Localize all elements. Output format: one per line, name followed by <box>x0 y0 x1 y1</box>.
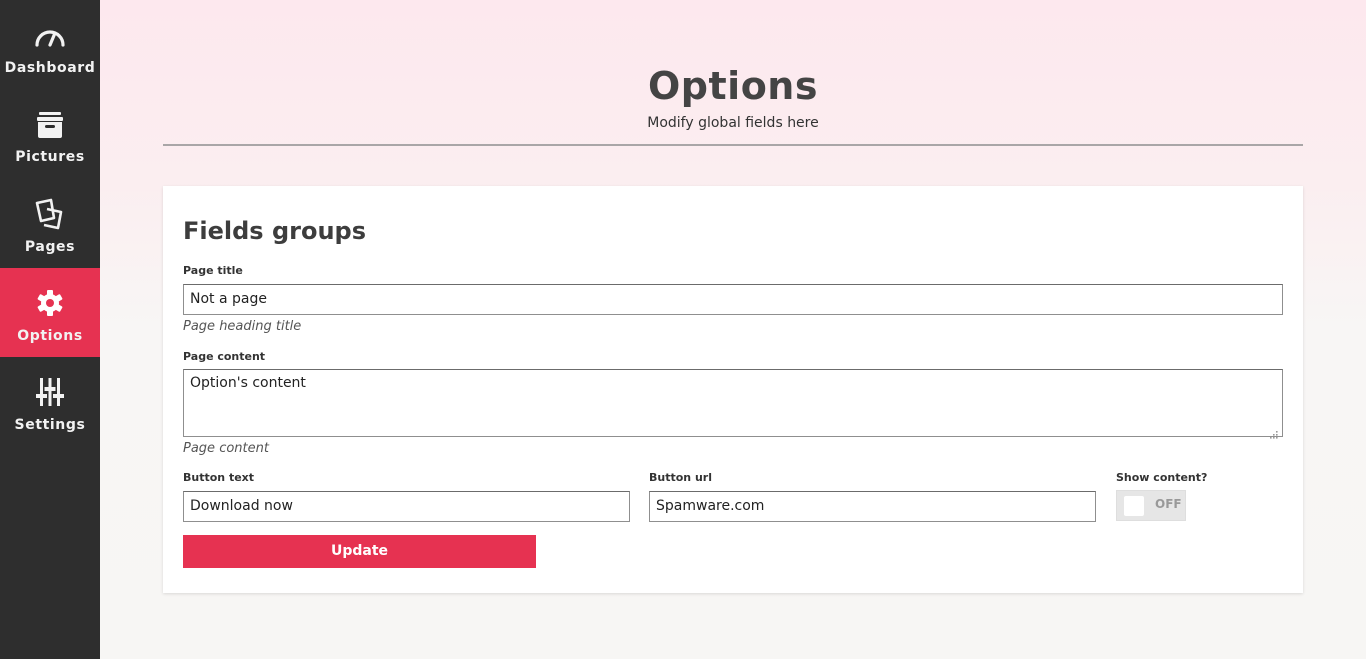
sidebar-item-label: Settings <box>14 417 86 433</box>
show-content-label: Show content? <box>1116 471 1208 484</box>
sidebar-item-pictures[interactable]: Pictures <box>0 89 100 178</box>
button-url-label: Button url <box>649 471 712 484</box>
sidebar-item-pages[interactable]: Pages <box>0 178 100 267</box>
gear-icon <box>33 286 67 320</box>
sidebar-item-label: Pages <box>24 239 76 255</box>
archive-box-icon <box>33 109 67 143</box>
sidebar: Dashboard Pictures Pages Options Setting… <box>0 0 100 659</box>
page-title-input[interactable]: Not a page <box>183 284 1283 315</box>
toggle-state-text: OFF <box>1155 497 1182 511</box>
update-button[interactable]: Update <box>183 535 536 568</box>
fields-groups-card: Fields groups Page title Not a page Page… <box>163 186 1303 593</box>
sidebar-item-label: Dashboard <box>4 60 96 76</box>
page-subtitle: Modify global fields here <box>647 115 819 131</box>
pages-icon <box>33 197 67 231</box>
sidebar-item-label: Options <box>17 328 83 344</box>
button-url-input[interactable]: Spamware.com <box>649 491 1096 522</box>
page-content-label: Page content <box>183 350 266 363</box>
page-title-label: Page title <box>183 264 243 277</box>
card-title: Fields groups <box>183 217 366 245</box>
button-text-label: Button text <box>183 471 255 484</box>
toggle-knob <box>1124 496 1144 516</box>
page-content-textarea[interactable]: Option's content <box>183 369 1283 437</box>
resize-grip-icon[interactable] <box>1269 425 1279 439</box>
page-title-help: Page heading title <box>183 319 302 334</box>
sliders-icon <box>33 375 67 409</box>
sidebar-item-dashboard[interactable]: Dashboard <box>0 0 100 89</box>
button-text-input[interactable]: Download now <box>183 491 630 522</box>
sidebar-item-options[interactable]: Options <box>0 268 100 357</box>
show-content-toggle[interactable]: OFF <box>1116 490 1186 521</box>
sidebar-item-label: Pictures <box>15 149 85 165</box>
header-divider <box>163 144 1303 146</box>
page-title: Options <box>648 64 818 108</box>
speedometer-icon <box>33 20 67 54</box>
page-content-help: Page content <box>183 441 269 456</box>
sidebar-item-settings[interactable]: Settings <box>0 357 100 446</box>
